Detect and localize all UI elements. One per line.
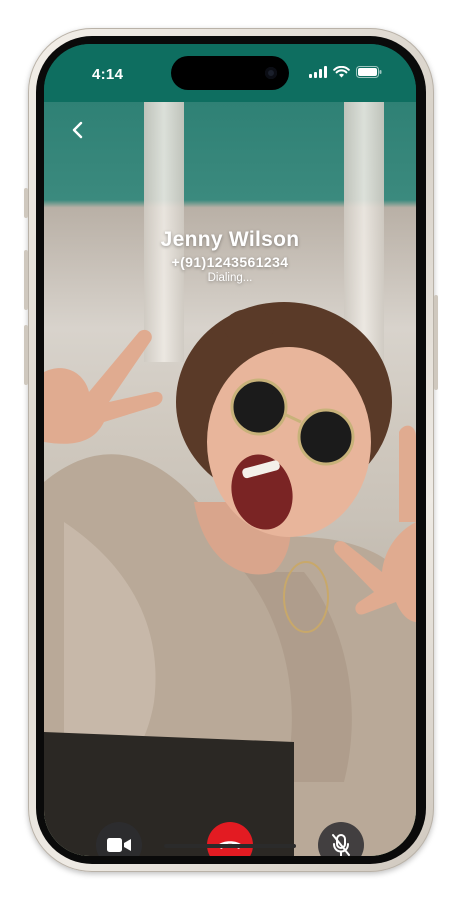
caller-phone-number: +(91)1243561234 (171, 254, 289, 270)
caller-photo: Jenny Wilson +(91)1243561234 Dialing... (44, 102, 416, 856)
volume-up-button (24, 250, 28, 310)
battery-icon (356, 66, 382, 78)
status-bar: 4:14 (44, 44, 416, 102)
home-indicator[interactable] (164, 844, 296, 848)
dynamic-island (171, 56, 289, 90)
video-toggle-button[interactable] (96, 822, 142, 856)
action-button (24, 188, 28, 218)
back-chevron-icon[interactable] (66, 118, 90, 142)
end-call-button[interactable] (207, 822, 253, 856)
caller-name: Jenny Wilson (160, 228, 300, 251)
caller-portrait (44, 302, 416, 856)
wifi-icon (333, 66, 350, 78)
call-status: Dialing... (207, 272, 253, 284)
signal-icon (309, 66, 327, 78)
microphone-off-icon (332, 834, 350, 856)
status-time: 4:14 (92, 66, 124, 83)
front-camera (265, 67, 277, 79)
mute-button[interactable] (318, 822, 364, 856)
caller-info: Jenny Wilson +(91)1243561234 Dialing... (44, 228, 416, 284)
power-button (434, 295, 438, 390)
video-camera-icon (107, 838, 131, 852)
volume-down-button (24, 325, 28, 385)
system-icons (309, 66, 382, 78)
call-controls (44, 822, 416, 856)
phone-screen: 4:14 Jenny Wilson +(91)1243561234 Dialin… (44, 44, 416, 856)
